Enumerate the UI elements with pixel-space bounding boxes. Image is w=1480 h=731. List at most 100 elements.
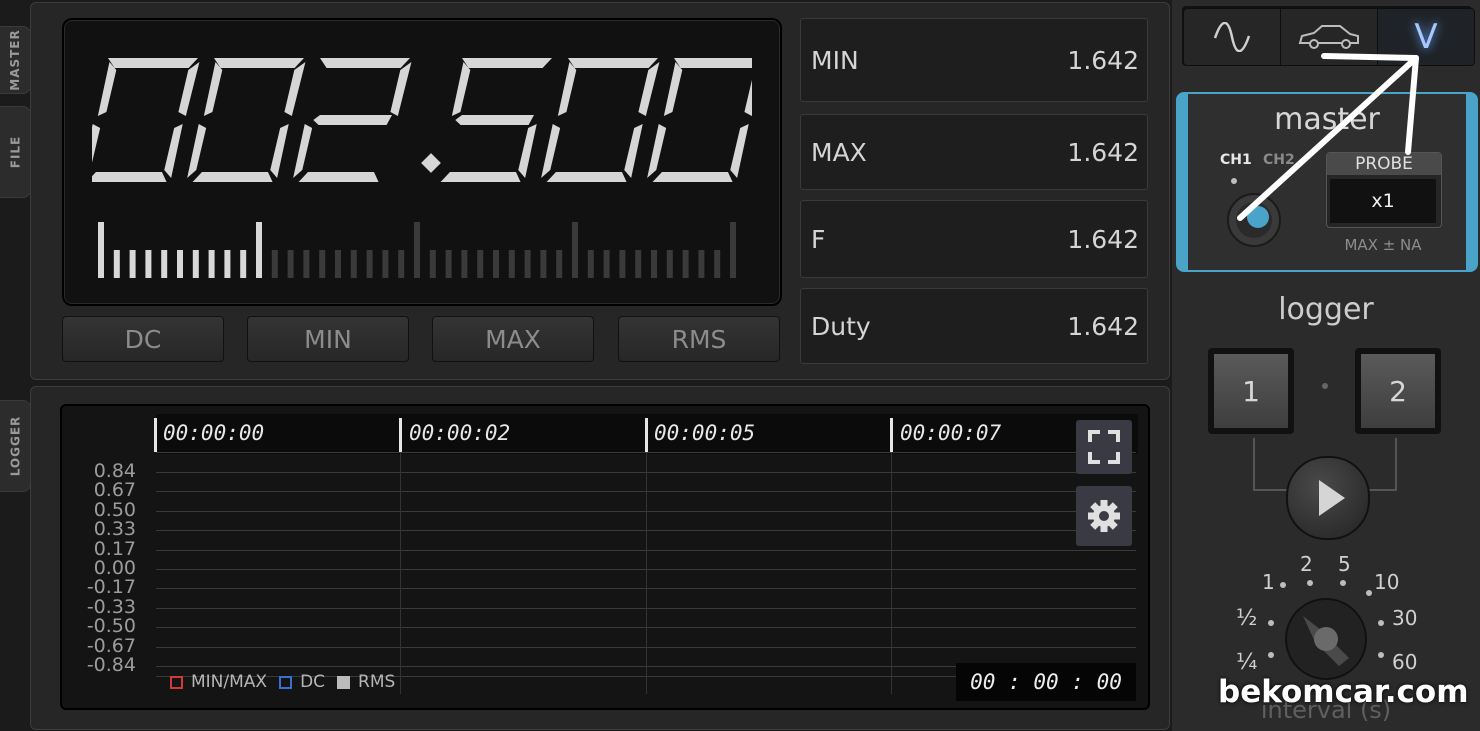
stat-min-value: 1.642 xyxy=(1067,45,1139,75)
watermark: bekomcar.com xyxy=(1218,674,1469,710)
bar-segment xyxy=(682,250,689,278)
stat-max: MAX 1.642 xyxy=(800,114,1148,190)
bar-segment xyxy=(192,250,199,278)
tab-master[interactable]: MASTER xyxy=(0,26,31,94)
y-label: -0.17 xyxy=(86,576,136,599)
y-label: -0.50 xyxy=(86,615,136,638)
bar-segment xyxy=(335,250,341,278)
tab-logger[interactable]: LOGGER xyxy=(0,400,31,492)
interval-option[interactable]: ¼ xyxy=(1236,650,1257,675)
bar-segment xyxy=(366,250,373,278)
legend-minmax-swatch xyxy=(170,675,183,689)
y-label: 0.00 xyxy=(93,557,136,579)
interval-dot xyxy=(1268,652,1274,658)
bar-segment xyxy=(493,250,499,278)
bar-segment xyxy=(603,250,610,278)
min-button[interactable]: MIN xyxy=(247,316,409,362)
bar-segment xyxy=(508,250,515,278)
bar-segment xyxy=(651,250,657,278)
interval-dot xyxy=(1378,620,1384,626)
bar-segment xyxy=(572,222,578,278)
chart-legend: MIN/MAX DC RMS xyxy=(170,672,395,692)
logger-button-2[interactable]: 2 xyxy=(1361,354,1435,428)
bar-segment xyxy=(177,250,183,278)
fullscreen-button[interactable] xyxy=(1076,420,1132,474)
time-tick xyxy=(399,418,402,452)
time-label: 00:00:07 xyxy=(900,421,1002,445)
chart-settings-button[interactable] xyxy=(1076,486,1132,546)
y-label: 0.50 xyxy=(93,498,136,521)
legend-rms-label: RMS xyxy=(358,672,396,692)
play-icon xyxy=(1319,480,1345,516)
bar-segment xyxy=(619,250,626,278)
bar-segment xyxy=(698,250,705,278)
lcd-display xyxy=(62,18,782,306)
bar-segment xyxy=(319,250,326,278)
stat-frequency-label: F xyxy=(811,224,826,254)
bar-segment xyxy=(540,250,547,278)
min-button-label: MIN xyxy=(304,324,352,354)
bar-segment xyxy=(635,250,642,278)
stat-min: MIN 1.642 xyxy=(800,18,1148,102)
tab-logger-label: LOGGER xyxy=(8,415,22,477)
interval-option[interactable]: ½ xyxy=(1236,606,1257,631)
interval-knob[interactable] xyxy=(1283,596,1369,682)
bar-segment xyxy=(461,250,468,278)
grid-vline xyxy=(646,452,647,694)
bar-segment xyxy=(208,250,215,278)
rms-button-label: RMS xyxy=(671,324,727,354)
elapsed-time: 00 : 00 : 00 xyxy=(956,663,1136,701)
knob-icon xyxy=(1285,598,1367,680)
bar-segment xyxy=(414,222,420,278)
y-label: 0.84 xyxy=(93,460,136,482)
max-button[interactable]: MAX xyxy=(432,316,594,362)
annotation-arrow xyxy=(1237,53,1419,221)
probe-range: MAX ± NA xyxy=(1344,236,1422,254)
bar-segment xyxy=(429,250,436,278)
dc-button-label: DC xyxy=(124,324,162,354)
time-label: 00:00:00 xyxy=(163,421,265,445)
stat-frequency-value: 1.642 xyxy=(1067,224,1139,254)
logger-button-1[interactable]: 1 xyxy=(1214,354,1288,428)
interval-option[interactable]: 1 xyxy=(1262,570,1275,594)
bar-segment xyxy=(145,250,152,278)
stat-duty: Duty 1.642 xyxy=(800,288,1148,364)
legend-dc-label: DC xyxy=(300,672,326,692)
bar-segment xyxy=(303,250,310,278)
rms-button[interactable]: RMS xyxy=(618,316,780,362)
gear-icon xyxy=(1088,500,1120,532)
stat-max-value: 1.642 xyxy=(1067,137,1139,167)
legend-dc-swatch xyxy=(279,675,293,689)
car-icon xyxy=(1298,25,1359,49)
stat-duty-value: 1.642 xyxy=(1067,311,1139,341)
grid-vline xyxy=(891,452,892,694)
legend-rms-swatch xyxy=(337,675,351,689)
interval-option[interactable]: 60 xyxy=(1392,650,1417,674)
stat-duty-label: Duty xyxy=(811,311,871,341)
stat-min-label: MIN xyxy=(811,45,859,75)
logger-title: logger xyxy=(1278,292,1374,327)
time-tick xyxy=(890,418,893,452)
bar-segment xyxy=(129,250,136,278)
bar-segment xyxy=(398,250,405,278)
interval-option[interactable]: 2 xyxy=(1300,552,1313,576)
bar-segment xyxy=(113,250,120,278)
bar-segment xyxy=(98,222,104,278)
y-label: -0.33 xyxy=(86,595,136,618)
interval-option[interactable]: 10 xyxy=(1374,570,1399,594)
bar-segment xyxy=(477,250,484,278)
bar-segment xyxy=(666,250,673,278)
interval-option[interactable]: 5 xyxy=(1338,552,1351,576)
play-button[interactable] xyxy=(1286,456,1370,540)
tab-file[interactable]: FILE xyxy=(0,106,31,198)
interval-dot xyxy=(1307,580,1313,586)
logger-button-2-frame: 2 xyxy=(1355,348,1441,434)
interval-option[interactable]: 30 xyxy=(1392,606,1417,630)
dc-button[interactable]: DC xyxy=(62,316,224,362)
bar-segment xyxy=(224,250,231,278)
bar-segment xyxy=(256,222,262,278)
time-tick xyxy=(645,418,648,452)
interval-dot xyxy=(1378,652,1384,658)
y-label: 0.67 xyxy=(93,479,136,502)
max-button-label: MAX xyxy=(485,324,541,354)
